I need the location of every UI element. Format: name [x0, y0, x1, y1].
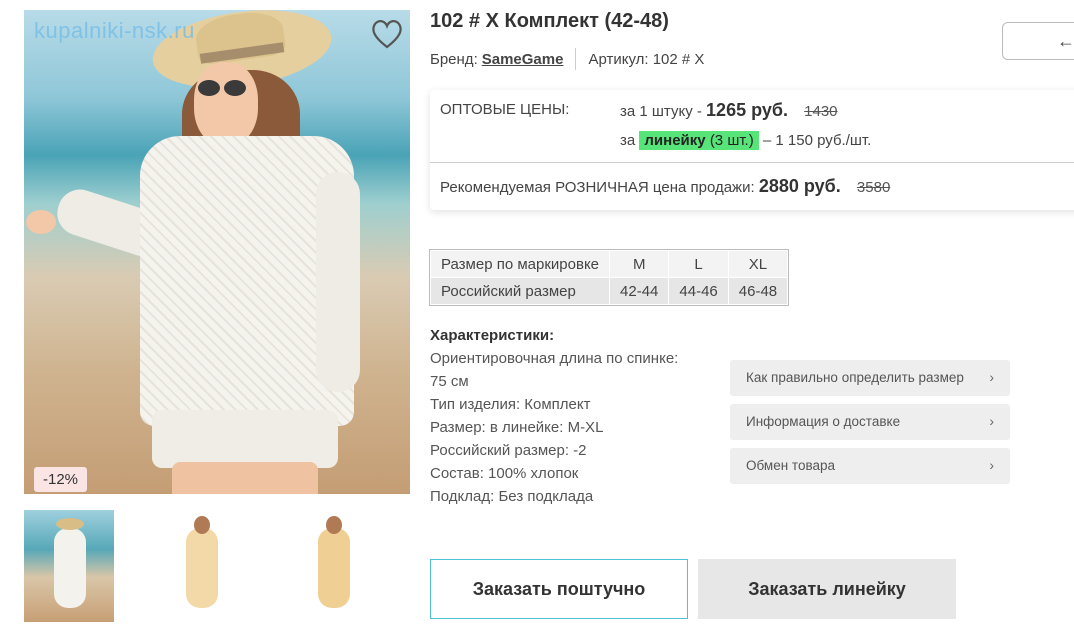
brand-article-line: Бренд: SameGame Артикул: 102 # X — [430, 48, 704, 70]
retail-label: Рекомендуемая РОЗНИЧНАЯ цена продажи: — [440, 179, 755, 196]
chevron-right-icon: › — [989, 457, 994, 473]
article-label: Артикул: — [588, 50, 649, 68]
shorts-shape — [152, 410, 338, 468]
per-piece-old-price: 1430 — [804, 103, 838, 120]
size-guide-button[interactable]: Как правильно определить размер › — [730, 360, 1010, 396]
divider — [575, 48, 577, 70]
retail-old-price: 3580 — [856, 179, 891, 196]
line-count: (3 шт.) — [709, 132, 754, 149]
brand-label: Бренд: — [430, 50, 478, 68]
order-single-button[interactable]: Заказать поштучно — [430, 559, 688, 619]
line-price-row: за линейку (3 шт.) – 1 150 руб./шт. — [620, 131, 872, 150]
thumbnail-figure — [318, 528, 350, 608]
table-cell: XL — [727, 250, 789, 278]
characteristics: Характеристики: Ориентировочная длина по… — [430, 324, 720, 508]
thumbnail-head — [326, 516, 342, 534]
thumbnail-figure — [186, 528, 218, 608]
legs-shape — [172, 462, 318, 494]
list-item: Размер: в линейке: M-XL — [430, 419, 604, 436]
divider — [430, 162, 1074, 163]
exchange-label: Обмен товара — [746, 458, 836, 473]
list-item: 75 см — [430, 373, 469, 390]
left-hand-shape — [26, 210, 56, 234]
per-piece-prefix: за 1 штуку - — [620, 103, 702, 120]
table-row: Размер по маркировке M L XL — [429, 250, 789, 278]
price-box: ОПТОВЫЕ ЦЕНЫ: за 1 штуку - 1265 руб. 143… — [430, 90, 1074, 210]
size-guide-label: Как правильно определить размер — [746, 370, 964, 385]
arrow-left-icon: ← — [1057, 31, 1074, 51]
thumbnail-1[interactable] — [24, 510, 114, 622]
thumbnail-2[interactable] — [156, 510, 246, 622]
line-highlight: линейку (3 шт.) — [639, 131, 759, 150]
table-cell: 44-46 — [668, 277, 729, 305]
list-item: Ориентировочная длина по спинке: — [430, 350, 679, 367]
thumbnail-head — [194, 516, 210, 534]
exchange-button[interactable]: Обмен товара › — [730, 448, 1010, 484]
thumbnail-figure — [54, 528, 86, 608]
retail-price-row: Рекомендуемая РОЗНИЧНАЯ цена продажи: 28… — [440, 176, 890, 197]
list-item: Подклад: Без подклада — [430, 488, 594, 505]
list-item: Тип изделия: Комплект — [430, 396, 591, 413]
sunglasses-shape — [186, 80, 246, 98]
table-cell: L — [668, 250, 729, 278]
discount-badge: -12% — [34, 467, 88, 492]
chevron-right-icon: › — [989, 413, 994, 429]
thumbnail-strip — [24, 510, 378, 622]
per-piece-price-row: за 1 штуку - 1265 руб. 1430 — [620, 100, 838, 121]
table-cell: Российский размер — [429, 277, 611, 305]
article-value: 102 # X — [652, 50, 705, 68]
line-price: – 1 150 руб./шт. — [762, 132, 872, 149]
face-shape — [194, 62, 258, 146]
list-item: Российский размер: -2 — [430, 442, 587, 459]
table-cell: 42-44 — [609, 277, 670, 305]
order-line-button[interactable]: Заказать линейку — [698, 559, 956, 619]
thumbnail-head — [56, 518, 84, 530]
list-item: Состав: 100% хлопок — [430, 465, 579, 482]
table-cell: Размер по маркировке — [429, 250, 611, 278]
table-row: Российский размер 42-44 44-46 46-48 — [429, 277, 789, 305]
line-prefix: за — [620, 132, 636, 149]
back-button[interactable]: ← — [1002, 22, 1074, 60]
favorite-heart-icon[interactable] — [370, 18, 404, 50]
line-word: линейку — [644, 132, 706, 149]
product-main-image[interactable]: kupalniki-nsk.ru -12% — [24, 10, 410, 494]
watermark: kupalniki-nsk.ru — [34, 18, 195, 43]
delivery-info-label: Информация о доставке — [746, 414, 901, 429]
retail-price: 2880 руб. — [758, 176, 841, 196]
brand-link[interactable]: SameGame — [482, 51, 564, 68]
wholesale-label: ОПТОВЫЕ ЦЕНЫ: — [440, 101, 570, 118]
per-piece-price: 1265 руб. — [706, 100, 788, 120]
characteristics-title: Характеристики: — [430, 327, 555, 344]
delivery-info-button[interactable]: Информация о доставке › — [730, 404, 1010, 440]
table-cell: M — [609, 250, 670, 278]
size-table: Размер по маркировке M L XL Российский р… — [428, 249, 790, 306]
chevron-right-icon: › — [989, 369, 994, 385]
product-title: 102 # X Комплект (42-48) — [430, 10, 669, 32]
right-arm-shape — [316, 172, 360, 392]
table-cell: 46-48 — [727, 277, 789, 305]
thumbnail-3[interactable] — [288, 510, 378, 622]
